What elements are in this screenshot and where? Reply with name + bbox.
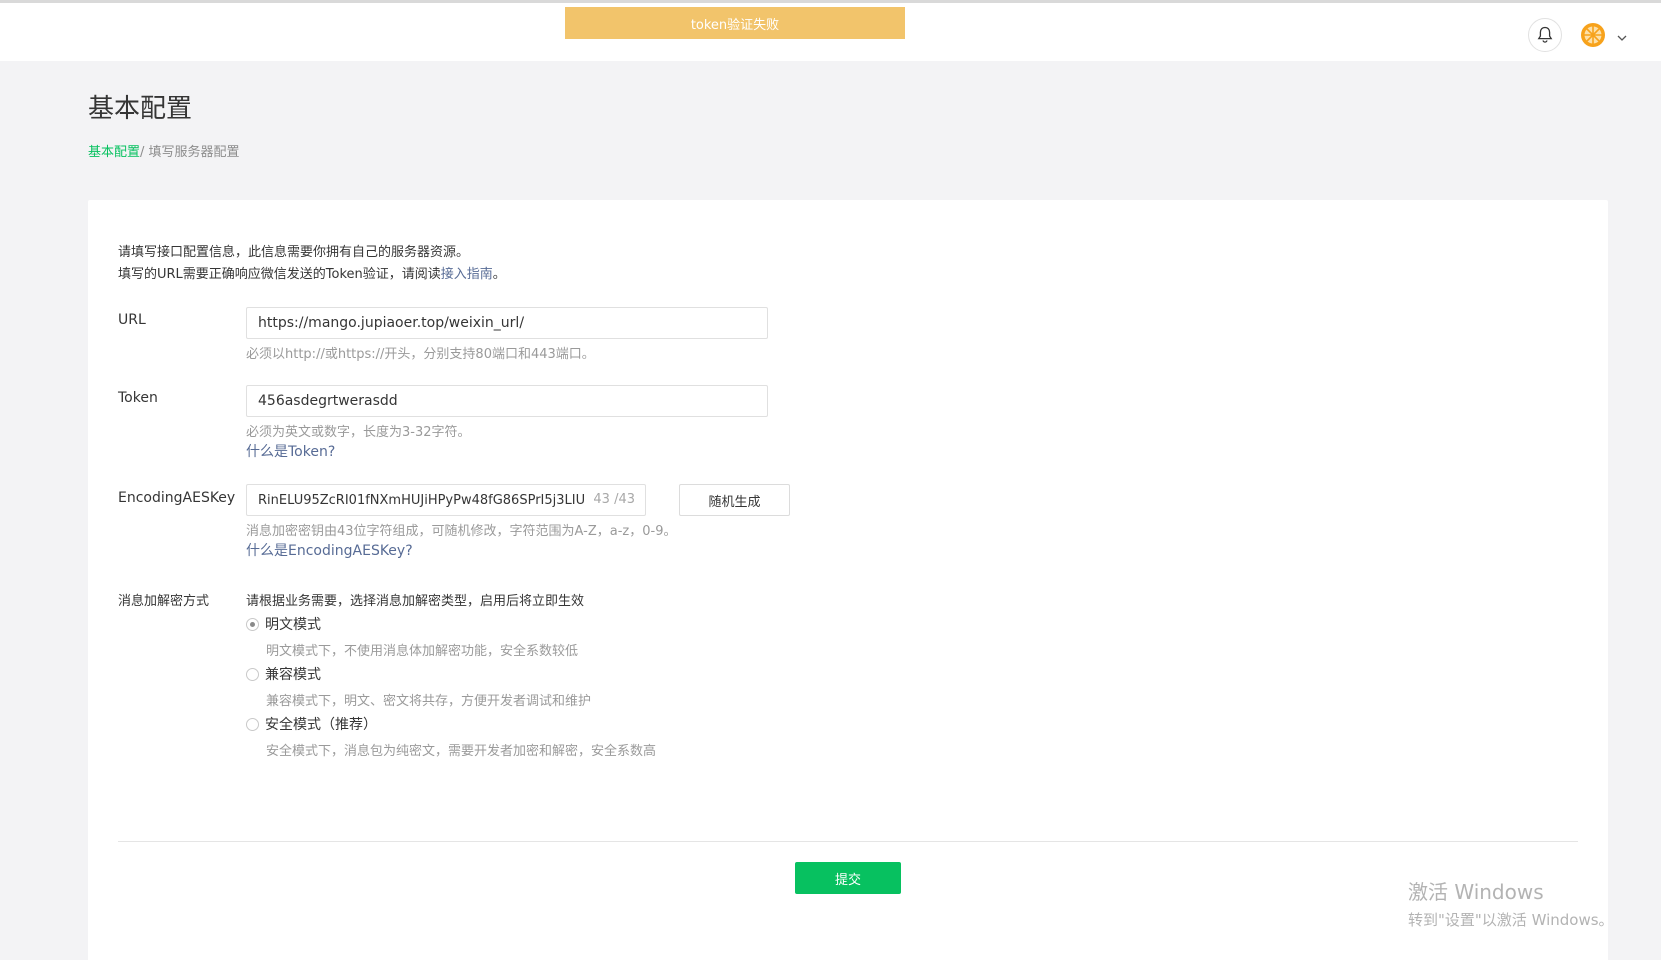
radio-plaintext-mode[interactable]: 明文模式	[246, 614, 321, 634]
random-generate-button[interactable]: 随机生成	[679, 484, 790, 516]
intro-text: 请填写接口配置信息，此信息需要你拥有自己的服务器资源。 填写的URL需要正确响应…	[118, 242, 506, 286]
windows-activation-watermark: 激活 Windows 转到"设置"以激活 Windows。	[1408, 876, 1614, 930]
radio-checked-icon[interactable]	[246, 617, 259, 631]
radio-compatible-mode[interactable]: 兼容模式	[246, 664, 321, 684]
divider	[118, 841, 1578, 842]
token-input[interactable]: 456asdegrtwerasdd	[246, 385, 768, 417]
breadcrumb-root-link[interactable]: 基本配置	[88, 145, 140, 160]
access-guide-link[interactable]: 接入指南	[441, 267, 493, 282]
radio-unchecked-icon[interactable]	[246, 667, 259, 681]
intro-line-2: 填写的URL需要正确响应微信发送的Token验证，请阅读接入指南。	[118, 264, 506, 286]
radio-compatible-desc: 兼容模式下，明文、密文将共存，方便开发者调试和维护	[266, 694, 592, 709]
radio-secure-desc: 安全模式下，消息包为纯密文，需要开发者加密和解密，安全系数高	[266, 744, 657, 759]
what-is-aeskey-link[interactable]: 什么是EncodingAESKey?	[246, 540, 413, 560]
bell-icon[interactable]	[1528, 18, 1562, 52]
radio-secure-mode[interactable]: 安全模式（推荐）	[246, 714, 377, 734]
error-toast: token验证失败	[565, 7, 905, 39]
intro-line-2-end: 。	[492, 267, 506, 282]
radio-unchecked-icon[interactable]	[246, 717, 259, 731]
intro-line-1: 请填写接口配置信息，此信息需要你拥有自己的服务器资源。	[118, 245, 470, 260]
url-label: URL	[118, 312, 146, 328]
aeskey-input-value: RinELU95ZcRI01fNXmHUJiHPyPw48fG86SPrI5j3…	[258, 492, 586, 508]
token-label: Token	[118, 390, 158, 406]
page-title: 基本配置	[88, 94, 193, 124]
radio-compatible-label: 兼容模式	[265, 667, 321, 683]
token-hint: 必须为英文或数字，长度为3-32字符。	[246, 425, 471, 440]
url-hint: 必须以http://或https://开头，分别支持80端口和443端口。	[246, 347, 595, 362]
aeskey-char-counter: 43 /43	[593, 492, 635, 507]
token-input-value: 456asdegrtwerasdd	[258, 393, 398, 409]
aeskey-input[interactable]: RinELU95ZcRI01fNXmHUJiHPyPw48fG86SPrI5j3…	[246, 484, 646, 516]
url-input-value: https://mango.jupiaoer.top/weixin_url/	[258, 315, 525, 331]
aeskey-hint: 消息加密密钥由43位字符组成，可随机修改，字符范围为A-Z，a-z，0-9。	[246, 524, 677, 539]
radio-secure-label: 安全模式（推荐）	[265, 717, 377, 733]
chevron-down-icon[interactable]	[1616, 29, 1628, 41]
mode-label: 消息加解密方式	[118, 594, 210, 609]
what-is-token-link[interactable]: 什么是Token?	[246, 441, 335, 461]
intro-line-2-text: 填写的URL需要正确响应微信发送的Token验证，请阅读	[118, 267, 441, 282]
aeskey-label: EncodingAESKey	[118, 490, 236, 506]
watermark-line-2: 转到"设置"以激活 Windows。	[1408, 911, 1614, 929]
breadcrumb: 基本配置/ 填写服务器配置	[88, 141, 240, 160]
config-card: 请填写接口配置信息，此信息需要你拥有自己的服务器资源。 填写的URL需要正确响应…	[88, 200, 1608, 960]
breadcrumb-current: / 填写服务器配置	[140, 145, 240, 160]
submit-button[interactable]: 提交	[795, 862, 901, 894]
url-input[interactable]: https://mango.jupiaoer.top/weixin_url/	[246, 307, 768, 339]
radio-plaintext-label: 明文模式	[265, 617, 321, 633]
radio-plaintext-desc: 明文模式下，不使用消息体加解密功能，安全系数较低	[266, 644, 579, 659]
mode-description: 请根据业务需要，选择消息加解密类型，启用后将立即生效	[246, 594, 585, 609]
top-bar: token验证失败	[0, 0, 1661, 61]
orange-avatar-icon[interactable]	[1580, 22, 1606, 48]
watermark-line-1: 激活 Windows	[1408, 880, 1544, 904]
